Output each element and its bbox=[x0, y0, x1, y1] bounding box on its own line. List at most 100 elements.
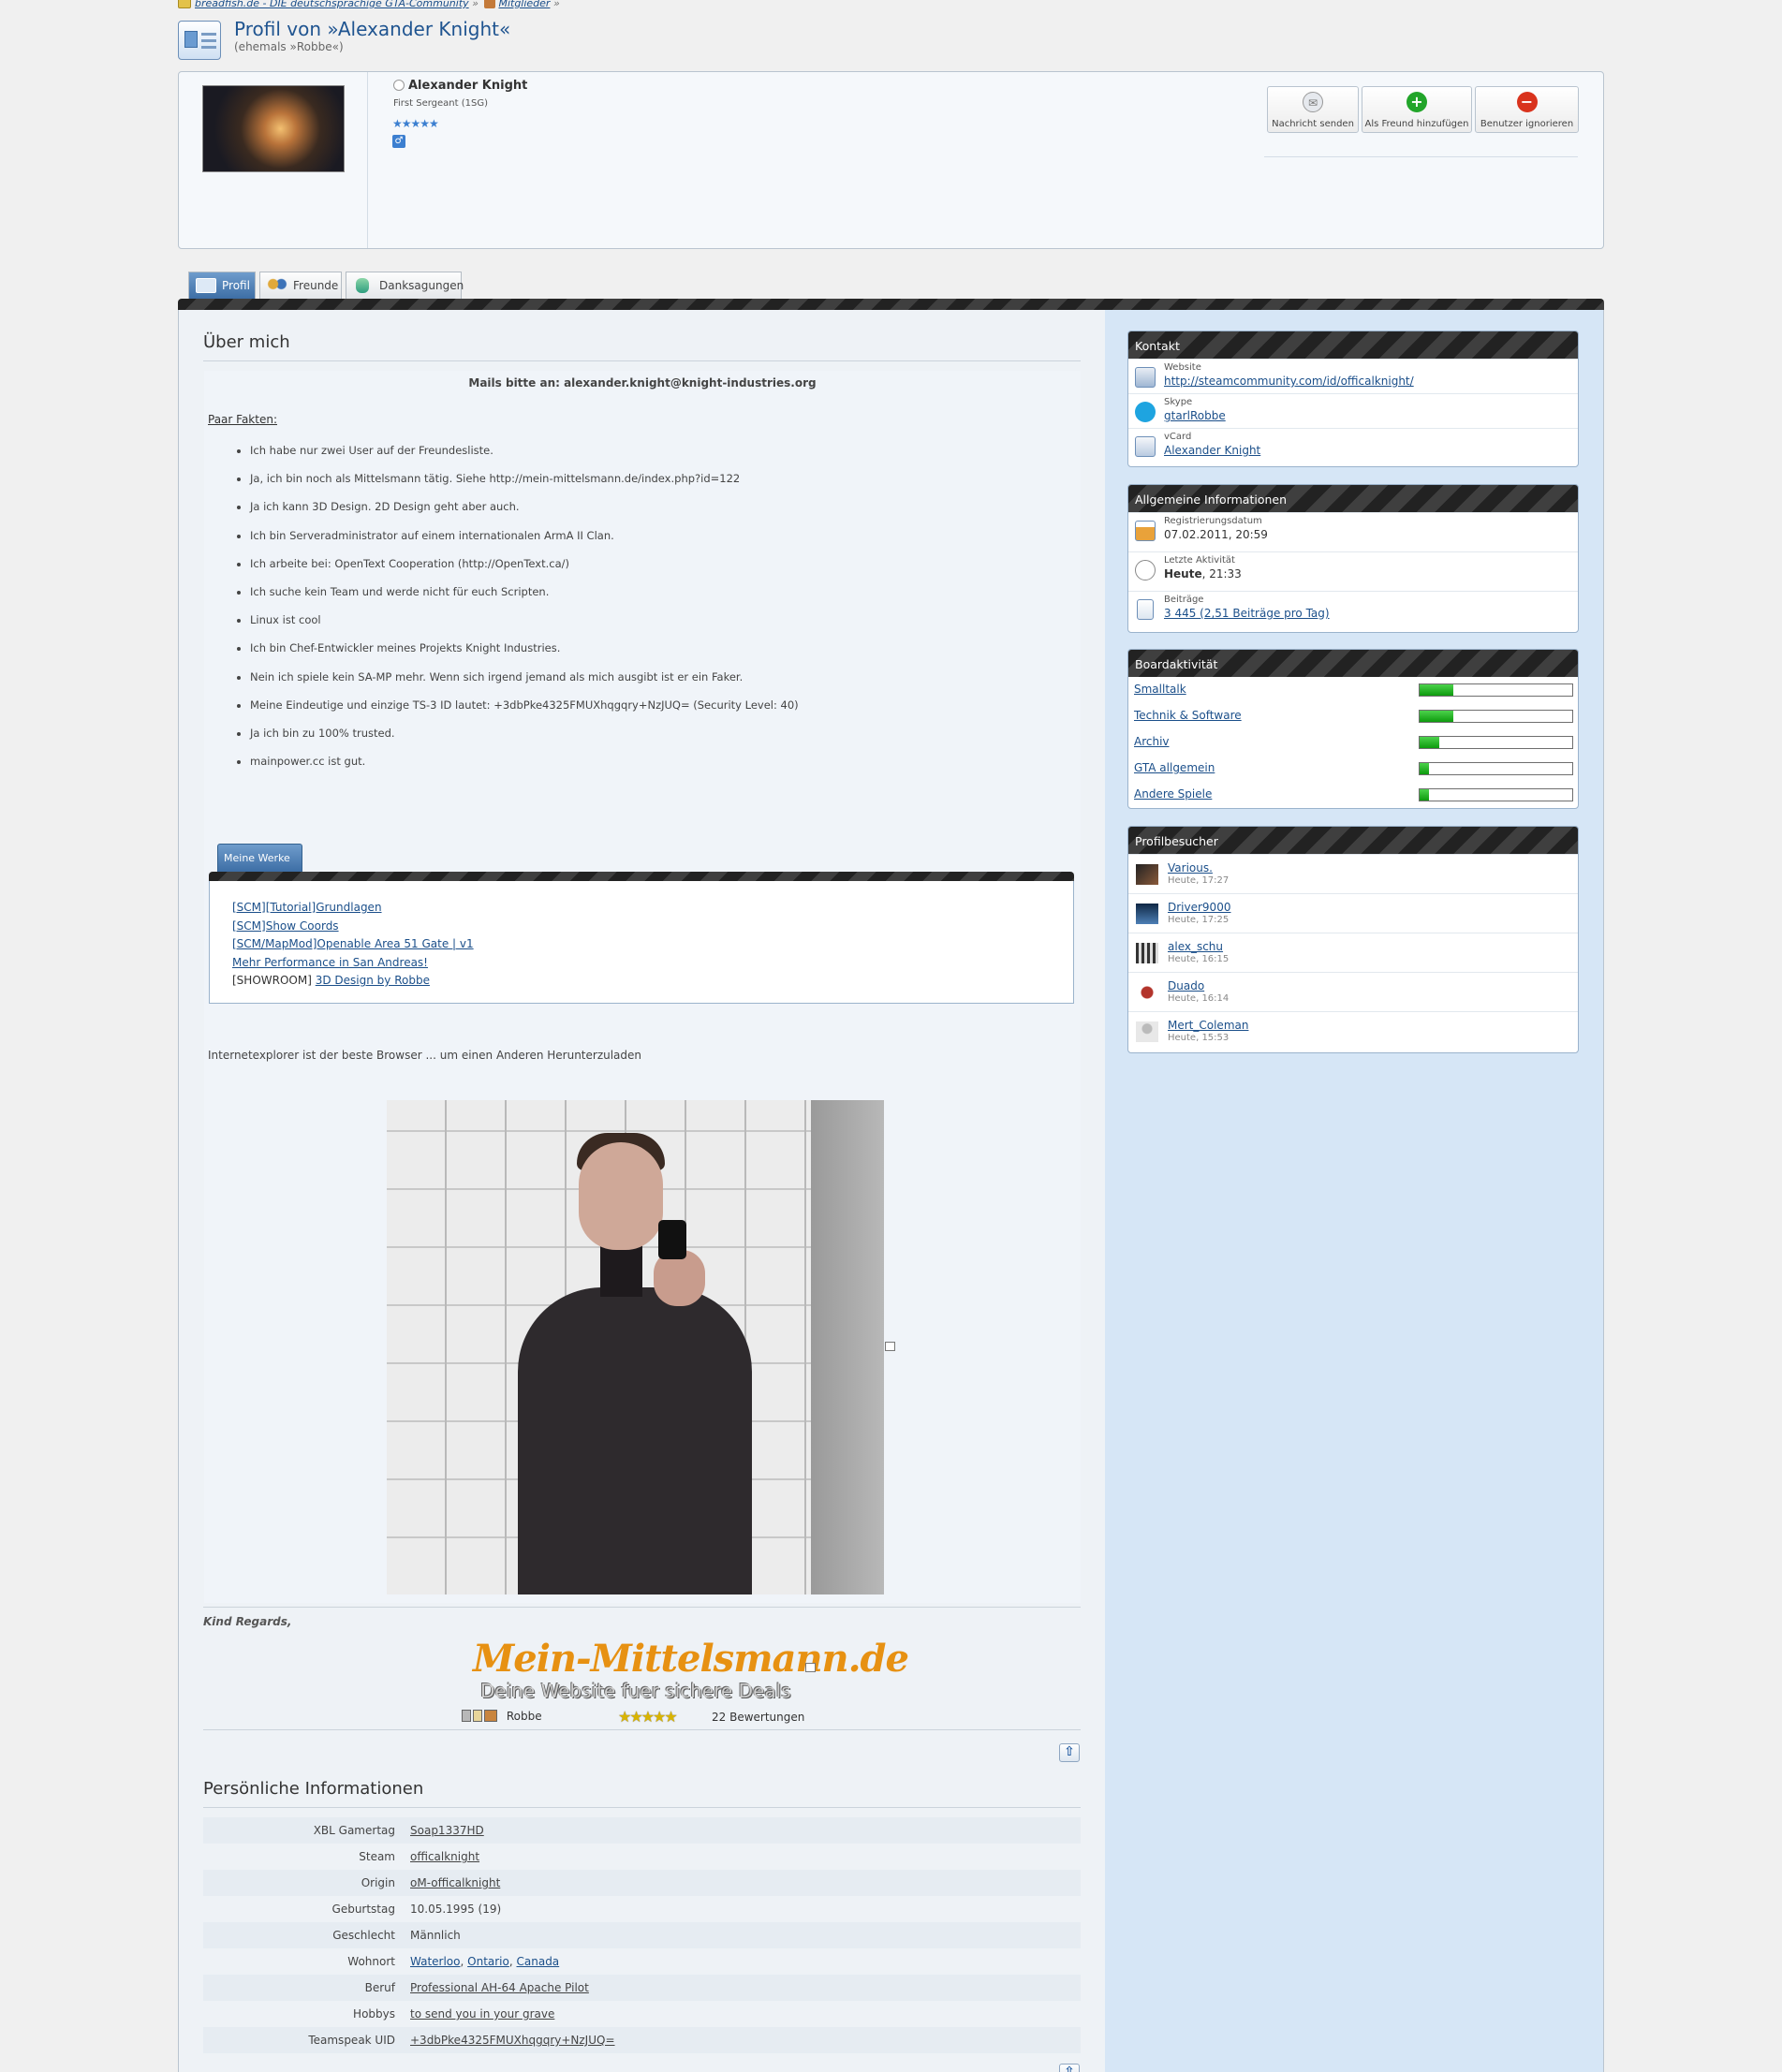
activity-bar-fill bbox=[1420, 789, 1429, 801]
divider bbox=[367, 72, 368, 248]
thumbs-up-icon bbox=[356, 278, 369, 293]
info-value-link[interactable]: oM-officalknight bbox=[410, 1876, 500, 1889]
website-link[interactable]: http://steamcommunity.com/id/officalknig… bbox=[1164, 375, 1414, 388]
table-row: Geschlecht Männlich bbox=[203, 1922, 1081, 1948]
signature-logo[interactable]: Mein-Mittelsmann.de bbox=[473, 1637, 909, 1681]
friends-icon bbox=[267, 278, 287, 293]
visitor-name[interactable]: Driver9000 bbox=[1168, 901, 1230, 914]
posts-link[interactable]: 3 445 (2,51 Beiträge pro Tag) bbox=[1164, 607, 1330, 620]
visitor-name[interactable]: Various. bbox=[1168, 861, 1213, 874]
location-link[interactable]: Waterloo bbox=[410, 1955, 461, 1968]
about-title: Über mich bbox=[203, 332, 290, 352]
info-value-time: , 21:33 bbox=[1201, 567, 1242, 580]
enlarge-image-icon[interactable] bbox=[805, 1663, 816, 1672]
info-key: Hobbys bbox=[353, 2007, 395, 2021]
info-key: Geschlecht bbox=[332, 1929, 395, 1942]
send-message-button[interactable]: ✉ Nachricht senden bbox=[1267, 86, 1359, 133]
scroll-to-top-button[interactable]: ⇧ bbox=[1059, 1743, 1080, 1762]
visitor-avatar[interactable] bbox=[1136, 943, 1158, 963]
list-item: [SCM/MapMod]Openable Area 51 Gate | v1 bbox=[232, 935, 474, 954]
browser-joke: Internetexplorer ist der beste Browser .… bbox=[208, 1049, 642, 1062]
location-link[interactable]: Ontario bbox=[467, 1955, 509, 1968]
breadcrumb-separator: » bbox=[552, 0, 560, 9]
location-link[interactable]: Canada bbox=[517, 1955, 560, 1968]
work-link[interactable]: [SCM][Tutorial]Grundlagen bbox=[232, 901, 382, 914]
table-row: Steam officalknight bbox=[203, 1844, 1081, 1870]
visitor-row: alex_schu Heute, 16:15 bbox=[1128, 933, 1578, 972]
visitor-avatar[interactable] bbox=[1136, 1021, 1158, 1042]
info-value: Waterloo, Ontario, Canada bbox=[410, 1955, 560, 1968]
enlarge-image-icon[interactable] bbox=[885, 1342, 895, 1351]
info-key: Teamspeak UID bbox=[308, 2034, 395, 2047]
list-item: Ja ich kann 3D Design. 2D Design geht ab… bbox=[250, 492, 799, 521]
forum-link[interactable]: Smalltalk bbox=[1134, 683, 1186, 696]
vcard-icon bbox=[1135, 436, 1156, 457]
breadcrumb-home-link[interactable]: breadfish.de - DIE deutschsprachige GTA-… bbox=[195, 0, 469, 9]
ignore-user-button[interactable]: − Benutzer ignorieren bbox=[1475, 86, 1579, 133]
visitor-name[interactable]: alex_schu bbox=[1168, 940, 1223, 953]
rank-stars-icon: ★★★★★ bbox=[392, 117, 439, 130]
forum-link[interactable]: Archiv bbox=[1134, 735, 1170, 748]
profile-photo[interactable] bbox=[387, 1100, 884, 1594]
work-link[interactable]: [SCM/MapMod]Openable Area 51 Gate | v1 bbox=[232, 937, 474, 950]
info-value-link[interactable]: officalknight bbox=[410, 1850, 479, 1863]
contact-label: vCard bbox=[1164, 432, 1192, 442]
visitor-row: Mert_Coleman Heute, 15:53 bbox=[1128, 1011, 1578, 1051]
work-link[interactable]: [SCM]Show Coords bbox=[232, 919, 339, 933]
activity-bar-fill bbox=[1420, 711, 1453, 722]
visitor-avatar[interactable] bbox=[1136, 864, 1158, 885]
table-row: Teamspeak UID +3dbPke4325FMUXhqgqry+NzJUQ… bbox=[203, 2027, 1081, 2053]
content-header-bar bbox=[178, 299, 1604, 310]
vcard-link[interactable]: Alexander Knight bbox=[1164, 444, 1260, 457]
rating-stars-icon: ★★★★★ bbox=[618, 1708, 678, 1726]
contact-box: Kontakt Website http://steamcommunity.co… bbox=[1127, 331, 1579, 467]
info-label: Beiträge bbox=[1164, 595, 1204, 605]
visitor-avatar[interactable] bbox=[1136, 904, 1158, 924]
forum-link[interactable]: Andere Spiele bbox=[1134, 787, 1212, 801]
minus-icon: − bbox=[1516, 92, 1538, 112]
activity-row: Smalltalk bbox=[1128, 677, 1578, 703]
list-item: Linux ist cool bbox=[250, 606, 799, 634]
visitor-time: Heute, 16:15 bbox=[1168, 954, 1230, 964]
add-friend-button[interactable]: + Als Freund hinzufügen bbox=[1362, 86, 1472, 133]
tab-friends[interactable]: Freunde bbox=[259, 272, 342, 299]
list-item: Ich arbeite bei: OpenText Cooperation (h… bbox=[250, 550, 799, 578]
page-subtitle: (ehemals »Robbe«) bbox=[234, 40, 344, 53]
activity-bar bbox=[1419, 683, 1573, 697]
visitor-time: Heute, 16:14 bbox=[1168, 993, 1230, 1004]
male-icon: ♂ bbox=[392, 135, 405, 148]
info-value-link[interactable]: +3dbPke4325FMUXhqgqry+NzJUQ= bbox=[410, 2034, 615, 2047]
mail-note-text: Mails bitte an: alexander.knight@knight-… bbox=[468, 376, 817, 389]
activity-bar bbox=[1419, 710, 1573, 723]
work-link[interactable]: 3D Design by Robbe bbox=[316, 974, 430, 987]
board-activity-box: Boardaktivität Smalltalk Technik & Softwa… bbox=[1127, 649, 1579, 809]
info-value-link[interactable]: Professional AH-64 Apache Pilot bbox=[410, 1981, 589, 1994]
skype-link[interactable]: gtarlRobbe bbox=[1164, 409, 1226, 422]
table-row: XBL Gamertag Soap1337HD bbox=[203, 1817, 1081, 1844]
visitor-name[interactable]: Mert_Coleman bbox=[1168, 1019, 1248, 1032]
info-value: 07.02.2011, 20:59 bbox=[1164, 528, 1268, 541]
forum-link[interactable]: GTA allgemein bbox=[1134, 761, 1215, 774]
list-item: [SCM]Show Coords bbox=[232, 918, 474, 936]
personal-info-title: Persönliche Informationen bbox=[203, 1779, 424, 1799]
activity-bar-fill bbox=[1420, 737, 1440, 748]
info-value-link[interactable]: Soap1337HD bbox=[410, 1824, 484, 1837]
forum-link[interactable]: Technik & Software bbox=[1134, 709, 1242, 722]
info-value-day: Heute bbox=[1164, 567, 1202, 580]
tab-thanks[interactable]: Danksagungen bbox=[346, 272, 464, 299]
signature-logo-tagline: Deine Website fuer sichere Deals bbox=[480, 1680, 791, 1702]
offline-status-icon bbox=[393, 80, 405, 91]
tab-my-works[interactable]: Meine Werke bbox=[217, 844, 302, 872]
scroll-to-top-button[interactable]: ⇧ bbox=[1059, 2064, 1080, 2072]
work-link[interactable]: Mehr Performance in San Andreas! bbox=[232, 956, 428, 969]
avatar[interactable] bbox=[202, 85, 345, 172]
breadcrumb-members-link[interactable]: Mitglieder bbox=[498, 0, 550, 9]
profile-card-icon bbox=[196, 278, 216, 293]
info-value-link[interactable]: to send you in your grave bbox=[410, 2007, 554, 2021]
divider bbox=[203, 1807, 1081, 1808]
phone-icon bbox=[462, 1710, 471, 1722]
visitor-avatar[interactable] bbox=[1136, 982, 1158, 1003]
visitor-name[interactable]: Duado bbox=[1168, 979, 1204, 992]
tab-profile[interactable]: Profil bbox=[188, 272, 256, 299]
add-friend-label: Als Freund hinzufügen bbox=[1364, 119, 1469, 129]
